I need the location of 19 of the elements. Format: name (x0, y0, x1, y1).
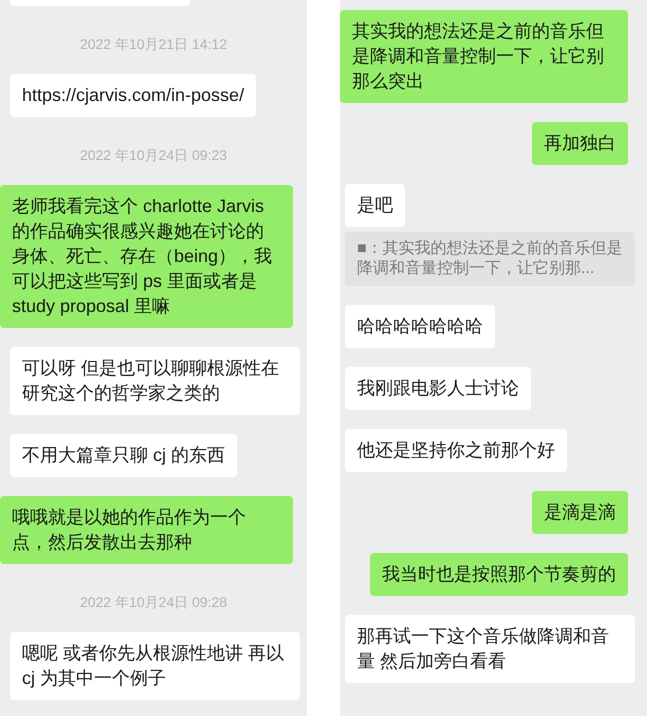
message-bubble: 再加独白 (532, 122, 628, 165)
message-bubble: 那再试一下这个音乐做降调和音量 然后加旁白看看 (345, 615, 635, 683)
quoted-message: ■：其实我的想法还是之前的音乐但是降调和音量控制一下，让它别那... (345, 232, 635, 286)
timestamp: 2022 年10月24日 09:28 (80, 593, 228, 611)
link-message: https://cjarvis.com/in-posse/ (10, 74, 256, 117)
message-bubble: 哦哦就是以她的作品作为一个点，然后发散出去那种 (0, 496, 293, 564)
message-bubble: 不用大篇章只聊 cj 的东西 (10, 434, 238, 477)
message-bubble: 老师我看完这个 charlotte Jarvis 的作品确实很感兴趣她在讨论的身体、死亡、存在（being），我可以把这些写到 ps 里面或者是 study proposal 里嘛 (0, 185, 293, 328)
message-bubble: 我刚跟电影人士讨论 (345, 367, 531, 410)
message-bubble: 其实我的想法还是之前的音乐但是降调和音量控制一下，让它别那么突出 (340, 10, 628, 103)
message-bubble: 是吧 (345, 184, 405, 227)
message-bubble: 他还是坚持你之前那个好 (345, 429, 567, 472)
timestamp: 2022 年10月21日 14:12 (80, 35, 228, 53)
timestamp: 2022 年10月24日 09:23 (80, 146, 228, 164)
message-bubble: 哈哈哈哈哈哈哈 (345, 305, 495, 348)
message-bubble: 是滴是滴 (532, 491, 628, 534)
message-bubble: 我当时也是按照那个节奏剪的 (370, 553, 628, 596)
message-bubble: 嗯呢 或者你先从根源性地讲 再以 cj 为其中一个例子 (10, 632, 300, 700)
message-bubble: 可以呀 但是也可以聊聊根源性在研究这个的哲学家之类的 (10, 347, 300, 415)
